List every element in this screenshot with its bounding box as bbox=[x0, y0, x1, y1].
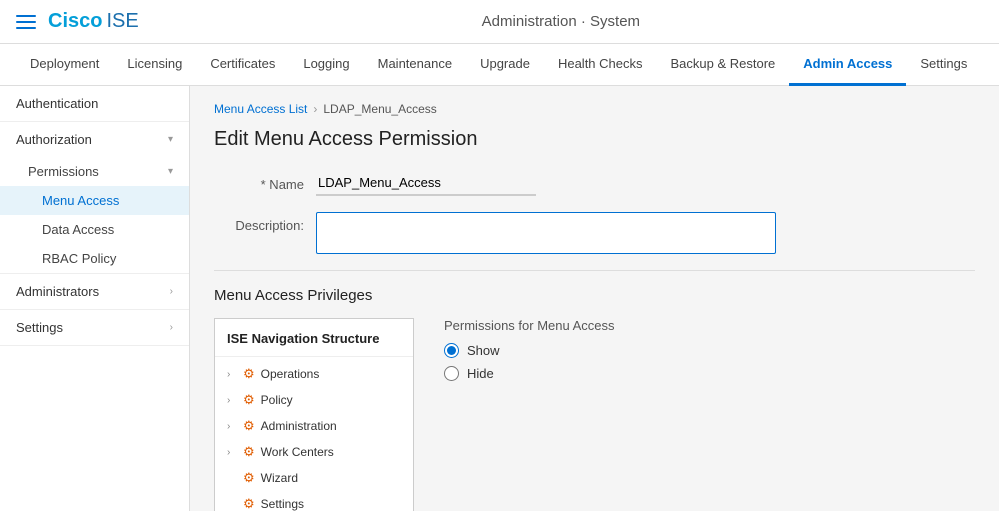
show-radio-row: Show bbox=[444, 343, 624, 358]
sidebar-section-settings: Settings › bbox=[0, 310, 189, 346]
sidebar-administrators-label: Administrators bbox=[16, 284, 99, 299]
sidebar-rbac-policy[interactable]: RBAC Policy bbox=[0, 244, 189, 273]
chevron-down-icon: ▾ bbox=[168, 166, 173, 177]
expand-icon: › bbox=[227, 395, 237, 406]
show-radio-label[interactable]: Show bbox=[467, 343, 500, 358]
sidebar-authentication-label: Authentication bbox=[16, 96, 98, 111]
sidebar: Authentication Authorization ▾ Permissio… bbox=[0, 86, 190, 511]
nav-item-label: Work Centers bbox=[261, 445, 334, 459]
nav-item-label: Wizard bbox=[261, 471, 298, 485]
expand-icon: › bbox=[227, 447, 237, 458]
nav-item-icon: ⚙ bbox=[243, 392, 255, 408]
nav-licensing[interactable]: Licensing bbox=[113, 44, 196, 86]
sidebar-administrators-header[interactable]: Administrators › bbox=[0, 274, 189, 309]
nav-item-label: Administration bbox=[261, 419, 337, 433]
hide-radio[interactable] bbox=[444, 366, 459, 381]
nav-tree-operations[interactable]: › ⚙ Operations bbox=[215, 361, 413, 387]
nav-item-icon: ⚙ bbox=[243, 366, 255, 382]
nav-admin-access[interactable]: Admin Access bbox=[789, 44, 906, 86]
top-bar: Cisco ISE Administration · System bbox=[0, 0, 999, 44]
nav-tree-work-centers[interactable]: › ⚙ Work Centers bbox=[215, 439, 413, 465]
nav-tree-settings-item[interactable]: › ⚙ Settings bbox=[215, 491, 413, 511]
nav-certificates[interactable]: Certificates bbox=[196, 44, 289, 86]
hide-radio-row: Hide bbox=[444, 366, 624, 381]
sidebar-authorization-label: Authorization bbox=[16, 132, 92, 147]
nav-item-icon: ⚙ bbox=[243, 470, 255, 486]
brand-cisco: Cisco bbox=[48, 10, 102, 33]
secondary-nav: Deployment Licensing Certificates Loggin… bbox=[0, 44, 999, 86]
nav-structure-title: ISE Navigation Structure bbox=[215, 331, 413, 357]
sidebar-permissions-header[interactable]: Permissions ▾ bbox=[0, 157, 189, 186]
name-label: * Name bbox=[214, 171, 304, 192]
nav-health-checks[interactable]: Health Checks bbox=[544, 44, 657, 86]
name-input[interactable] bbox=[316, 171, 536, 196]
description-label: Description: bbox=[214, 212, 304, 233]
nav-backup-restore[interactable]: Backup & Restore bbox=[657, 44, 790, 86]
brand-logo: Cisco ISE bbox=[48, 10, 139, 33]
nav-structure-box: ISE Navigation Structure › ⚙ Operations … bbox=[214, 318, 414, 511]
chevron-right-icon: › bbox=[170, 286, 173, 297]
nav-item-label: Settings bbox=[261, 497, 304, 511]
page-title: Edit Menu Access Permission bbox=[214, 128, 975, 151]
privileges-layout: ISE Navigation Structure › ⚙ Operations … bbox=[214, 318, 975, 511]
page-title-bar: Administration · System bbox=[139, 13, 983, 30]
chevron-right-icon: › bbox=[170, 322, 173, 333]
nav-maintenance[interactable]: Maintenance bbox=[364, 44, 466, 86]
sidebar-section-authentication: Authentication bbox=[0, 86, 189, 122]
nav-deployment[interactable]: Deployment bbox=[16, 44, 113, 86]
main-layout: Authentication Authorization ▾ Permissio… bbox=[0, 86, 999, 511]
sidebar-section-administrators: Administrators › bbox=[0, 274, 189, 310]
breadcrumb-separator: › bbox=[313, 102, 317, 116]
nav-upgrade[interactable]: Upgrade bbox=[466, 44, 544, 86]
hide-radio-label[interactable]: Hide bbox=[467, 366, 494, 381]
form-name-row: * Name bbox=[214, 171, 975, 196]
nav-item-icon: ⚙ bbox=[243, 444, 255, 460]
sidebar-settings-header[interactable]: Settings › bbox=[0, 310, 189, 345]
nav-tree-policy[interactable]: › ⚙ Policy bbox=[215, 387, 413, 413]
nav-item-label: Operations bbox=[261, 367, 320, 381]
content-area: Menu Access List › LDAP_Menu_Access Edit… bbox=[190, 86, 999, 511]
sidebar-settings-label: Settings bbox=[16, 320, 63, 335]
expand-icon: › bbox=[227, 369, 237, 380]
form-description-row: Description: bbox=[214, 212, 975, 254]
nav-item-icon: ⚙ bbox=[243, 418, 255, 434]
permissions-panel: Permissions for Menu Access Show Hide bbox=[444, 318, 624, 389]
nav-settings[interactable]: Settings bbox=[906, 44, 981, 86]
expand-icon: › bbox=[227, 421, 237, 432]
sidebar-menu-access[interactable]: Menu Access bbox=[0, 186, 189, 215]
breadcrumb-current: LDAP_Menu_Access bbox=[323, 102, 436, 116]
sidebar-authorization-header[interactable]: Authorization ▾ bbox=[0, 122, 189, 157]
breadcrumb: Menu Access List › LDAP_Menu_Access bbox=[214, 102, 975, 116]
permissions-panel-label: Permissions for Menu Access bbox=[444, 318, 624, 333]
sidebar-data-access[interactable]: Data Access bbox=[0, 215, 189, 244]
description-textarea[interactable] bbox=[316, 212, 776, 254]
hamburger-menu[interactable] bbox=[16, 15, 36, 29]
show-radio[interactable] bbox=[444, 343, 459, 358]
nav-item-icon: ⚙ bbox=[243, 496, 255, 511]
brand-ise: ISE bbox=[106, 10, 138, 33]
nav-tree-administration[interactable]: › ⚙ Administration bbox=[215, 413, 413, 439]
breadcrumb-parent[interactable]: Menu Access List bbox=[214, 102, 307, 116]
chevron-down-icon: ▾ bbox=[168, 134, 173, 145]
privileges-title: Menu Access Privileges bbox=[214, 287, 975, 304]
sidebar-authentication-header[interactable]: Authentication bbox=[0, 86, 189, 121]
nav-tree-wizard[interactable]: › ⚙ Wizard bbox=[215, 465, 413, 491]
form-divider bbox=[214, 270, 975, 271]
sidebar-section-authorization: Authorization ▾ Permissions ▾ Menu Acces… bbox=[0, 122, 189, 274]
nav-logging[interactable]: Logging bbox=[289, 44, 363, 86]
nav-item-label: Policy bbox=[261, 393, 293, 407]
